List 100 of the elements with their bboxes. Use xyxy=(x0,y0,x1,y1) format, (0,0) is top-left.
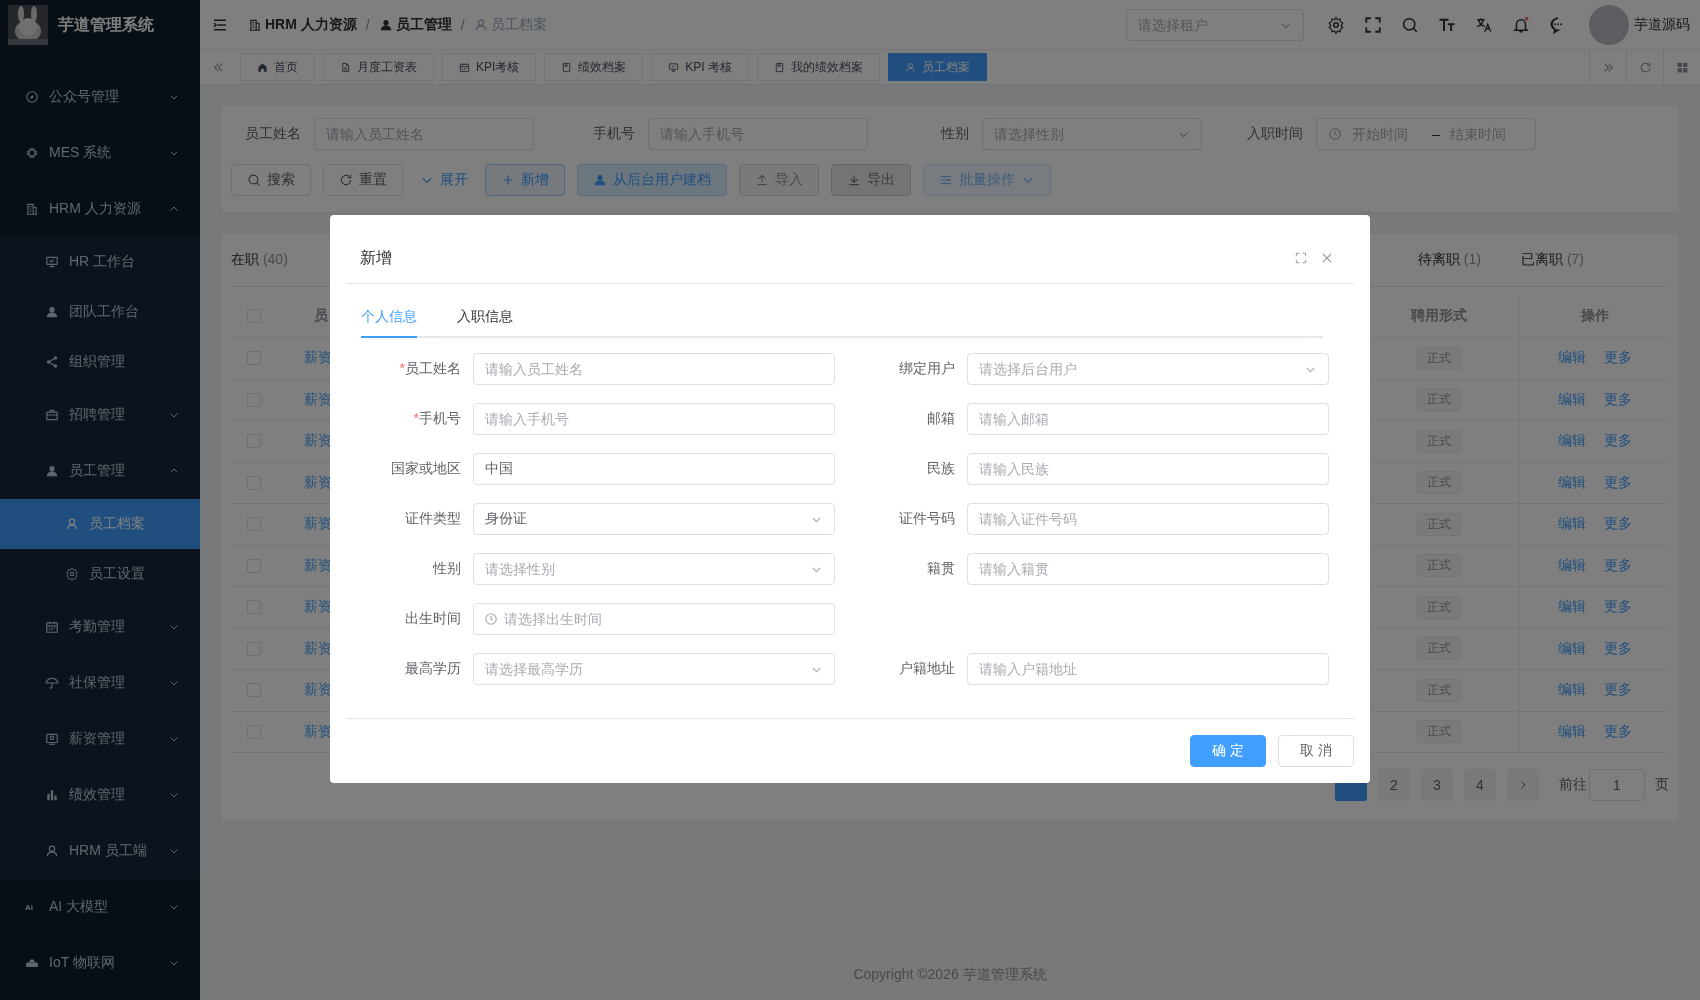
input-field[interactable]: 请输入邮箱 xyxy=(967,403,1329,435)
menu-item[interactable]: 公众号管理 xyxy=(0,69,200,125)
row-action-link[interactable]: 编辑 xyxy=(1557,515,1586,534)
form-tab[interactable]: 入职信息 xyxy=(457,298,513,338)
row-action-link[interactable]: 编辑 xyxy=(1557,432,1586,451)
translate-icon[interactable] xyxy=(1475,15,1493,34)
field-label: 证件类型 xyxy=(404,510,461,528)
action-button[interactable]: 重置 xyxy=(323,164,403,196)
form-tab[interactable]: 个人信息 xyxy=(361,298,417,338)
menu-item[interactable]: 薪资管理 xyxy=(0,711,200,767)
select-field[interactable]: 请选择性别 xyxy=(473,553,835,585)
menu-item[interactable]: MES 系统 xyxy=(0,125,200,181)
table-cell[interactable]: 薪资 xyxy=(304,432,332,451)
fullscreen-icon[interactable] xyxy=(1294,251,1308,265)
briefcase-icon xyxy=(45,408,59,422)
menu-item[interactable]: IoT 物联网 xyxy=(0,935,200,991)
menu-item[interactable]: HRM 人力资源 xyxy=(0,181,200,237)
menu-item[interactable]: 员工档案 xyxy=(0,499,200,549)
table-cell[interactable]: 薪资 xyxy=(304,515,332,534)
input-field[interactable]: 请输入手机号 xyxy=(473,403,835,435)
table-cell[interactable]: 薪资 xyxy=(304,390,332,409)
date-field[interactable]: 请选择出生时间 xyxy=(473,603,835,635)
user-name[interactable]: 芋道源码 xyxy=(1634,15,1690,34)
table-cell[interactable]: 薪资 xyxy=(304,556,332,575)
menu-item[interactable]: 团队工作台 xyxy=(0,287,200,337)
fullscreen-icon[interactable] xyxy=(1364,15,1382,34)
row-action-link[interactable]: 编辑 xyxy=(1557,473,1586,492)
select-field[interactable]: 身份证 xyxy=(473,503,835,535)
field-label: 最高学历 xyxy=(404,660,461,678)
row-action-link[interactable]: 更多 xyxy=(1603,473,1632,492)
menu-item[interactable]: HR 工作台 xyxy=(0,237,200,287)
menu-item[interactable]: HRM 员工端 xyxy=(0,823,200,879)
menu-item[interactable]: 社保管理 xyxy=(0,655,200,711)
page-tab[interactable]: 我的绩效档案 xyxy=(757,53,881,81)
page-tab[interactable]: 员工档案 xyxy=(888,53,988,81)
table-cell[interactable]: 薪资 xyxy=(304,681,332,700)
row-action-link[interactable]: 编辑 xyxy=(1557,390,1586,409)
row-action-link[interactable]: 编辑 xyxy=(1557,556,1586,575)
notification-icon[interactable] xyxy=(1512,15,1530,34)
action-button[interactable]: 新增 xyxy=(485,164,565,196)
page-button[interactable]: 4 xyxy=(1464,769,1496,801)
breadcrumb-item[interactable]: HRM 人力资源 xyxy=(248,15,357,34)
input-field[interactable]: 请输入民族 xyxy=(967,453,1329,485)
person-icon xyxy=(378,17,393,32)
menu-item[interactable]: 绩效管理 xyxy=(0,767,200,823)
table-cell[interactable]: 薪资 xyxy=(304,473,332,492)
document-icon xyxy=(340,61,351,73)
action-button[interactable]: 搜索 xyxy=(231,164,311,196)
row-action-link[interactable]: 编辑 xyxy=(1557,639,1586,658)
search-icon[interactable] xyxy=(1401,15,1419,34)
row-action-link[interactable]: 更多 xyxy=(1603,681,1632,700)
page-tab[interactable]: 首页 xyxy=(240,53,315,81)
page-tab[interactable]: KPI 考核 xyxy=(651,53,750,81)
action-button[interactable]: 从后台用户建档 xyxy=(577,164,727,196)
input-field[interactable]: 请输入籍贯 xyxy=(967,553,1329,585)
row-action-link[interactable]: 编辑 xyxy=(1557,598,1586,617)
input-field[interactable]: 请输入户籍地址 xyxy=(967,653,1329,685)
menu-item[interactable]: 组织管理 xyxy=(0,337,200,387)
menu-item[interactable]: 员工管理 xyxy=(0,443,200,499)
chip-icon xyxy=(25,146,39,160)
row-action-link[interactable]: 更多 xyxy=(1603,722,1632,741)
row-action-link[interactable]: 更多 xyxy=(1603,432,1632,451)
menu-item[interactable]: 招聘管理 xyxy=(0,387,200,443)
page-tab[interactable]: KPI考核 xyxy=(442,53,537,81)
select-field[interactable]: 请选择后台用户 xyxy=(967,353,1329,385)
calendar-icon xyxy=(45,620,59,634)
menu-item[interactable]: 员工设置 xyxy=(0,549,200,599)
menu-item[interactable]: AI AI 大模型 xyxy=(0,879,200,935)
page-tab[interactable]: 绩效档案 xyxy=(544,53,644,81)
menu-item[interactable]: 考勤管理 xyxy=(0,599,200,655)
row-action-link[interactable]: 更多 xyxy=(1603,556,1632,575)
action-button[interactable]: 导出 xyxy=(831,164,911,196)
page-input[interactable]: 1 xyxy=(1589,769,1645,801)
page-button[interactable]: 2 xyxy=(1378,769,1410,801)
close-icon[interactable] xyxy=(1320,251,1334,265)
row-action-link[interactable]: 编辑 xyxy=(1557,681,1586,700)
row-action-link[interactable]: 更多 xyxy=(1603,639,1632,658)
table-cell[interactable]: 薪资 xyxy=(304,349,332,368)
dialog-button[interactable]: 取 消 xyxy=(1278,735,1354,767)
input-field[interactable]: 请输入证件号码 xyxy=(967,503,1329,535)
input-field[interactable]: 中国 xyxy=(473,453,835,485)
id-card-icon xyxy=(45,732,59,746)
row-action-link[interactable]: 更多 xyxy=(1603,349,1632,368)
input-field[interactable]: 请输入员工姓名 xyxy=(473,353,835,385)
row-action-link[interactable]: 编辑 xyxy=(1557,722,1586,741)
row-action-link[interactable]: 更多 xyxy=(1603,390,1632,409)
row-action-link[interactable]: 更多 xyxy=(1603,515,1632,534)
page-tab[interactable]: 月度工资表 xyxy=(323,53,434,81)
page-button[interactable]: 3 xyxy=(1421,769,1453,801)
next-page-button[interactable] xyxy=(1507,769,1539,801)
select-field[interactable]: 请选择最高学历 xyxy=(473,653,835,685)
breadcrumb-item[interactable]: 员工管理 xyxy=(378,15,452,34)
table-cell[interactable]: 薪资 xyxy=(304,639,332,658)
table-cell[interactable]: 薪资 xyxy=(304,722,332,741)
settings-icon[interactable] xyxy=(1327,15,1345,34)
dialog-button[interactable]: 确 定 xyxy=(1190,735,1267,767)
avatar[interactable] xyxy=(1589,4,1629,45)
table-cell[interactable]: 薪资 xyxy=(304,598,332,617)
row-action-link[interactable]: 更多 xyxy=(1603,598,1632,617)
row-action-link[interactable]: 编辑 xyxy=(1557,349,1586,368)
